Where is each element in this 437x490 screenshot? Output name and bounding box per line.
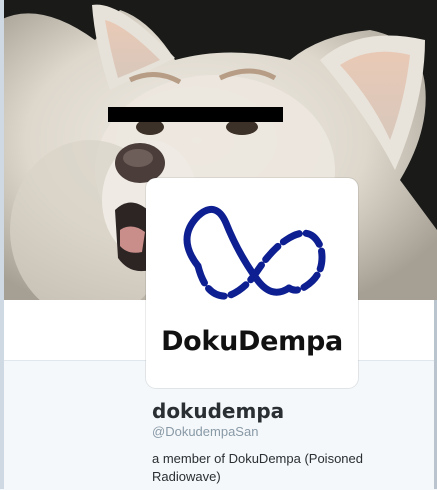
bio-line: Radiowave) bbox=[152, 469, 221, 484]
censor-bar bbox=[108, 107, 283, 122]
infinity-logo-icon bbox=[183, 205, 326, 300]
display-name[interactable]: dokudempa bbox=[152, 399, 284, 423]
logo-text: DokuDempa bbox=[161, 326, 343, 357]
bio: a member of DokuDempa (Poisoned Radiowav… bbox=[152, 450, 412, 486]
bio-line: a member of DokuDempa (Poisoned bbox=[152, 451, 363, 466]
avatar[interactable]: DokuDempa bbox=[146, 178, 358, 388]
handle[interactable]: @DokudempaSan bbox=[152, 424, 258, 439]
window-border bbox=[0, 0, 4, 489]
